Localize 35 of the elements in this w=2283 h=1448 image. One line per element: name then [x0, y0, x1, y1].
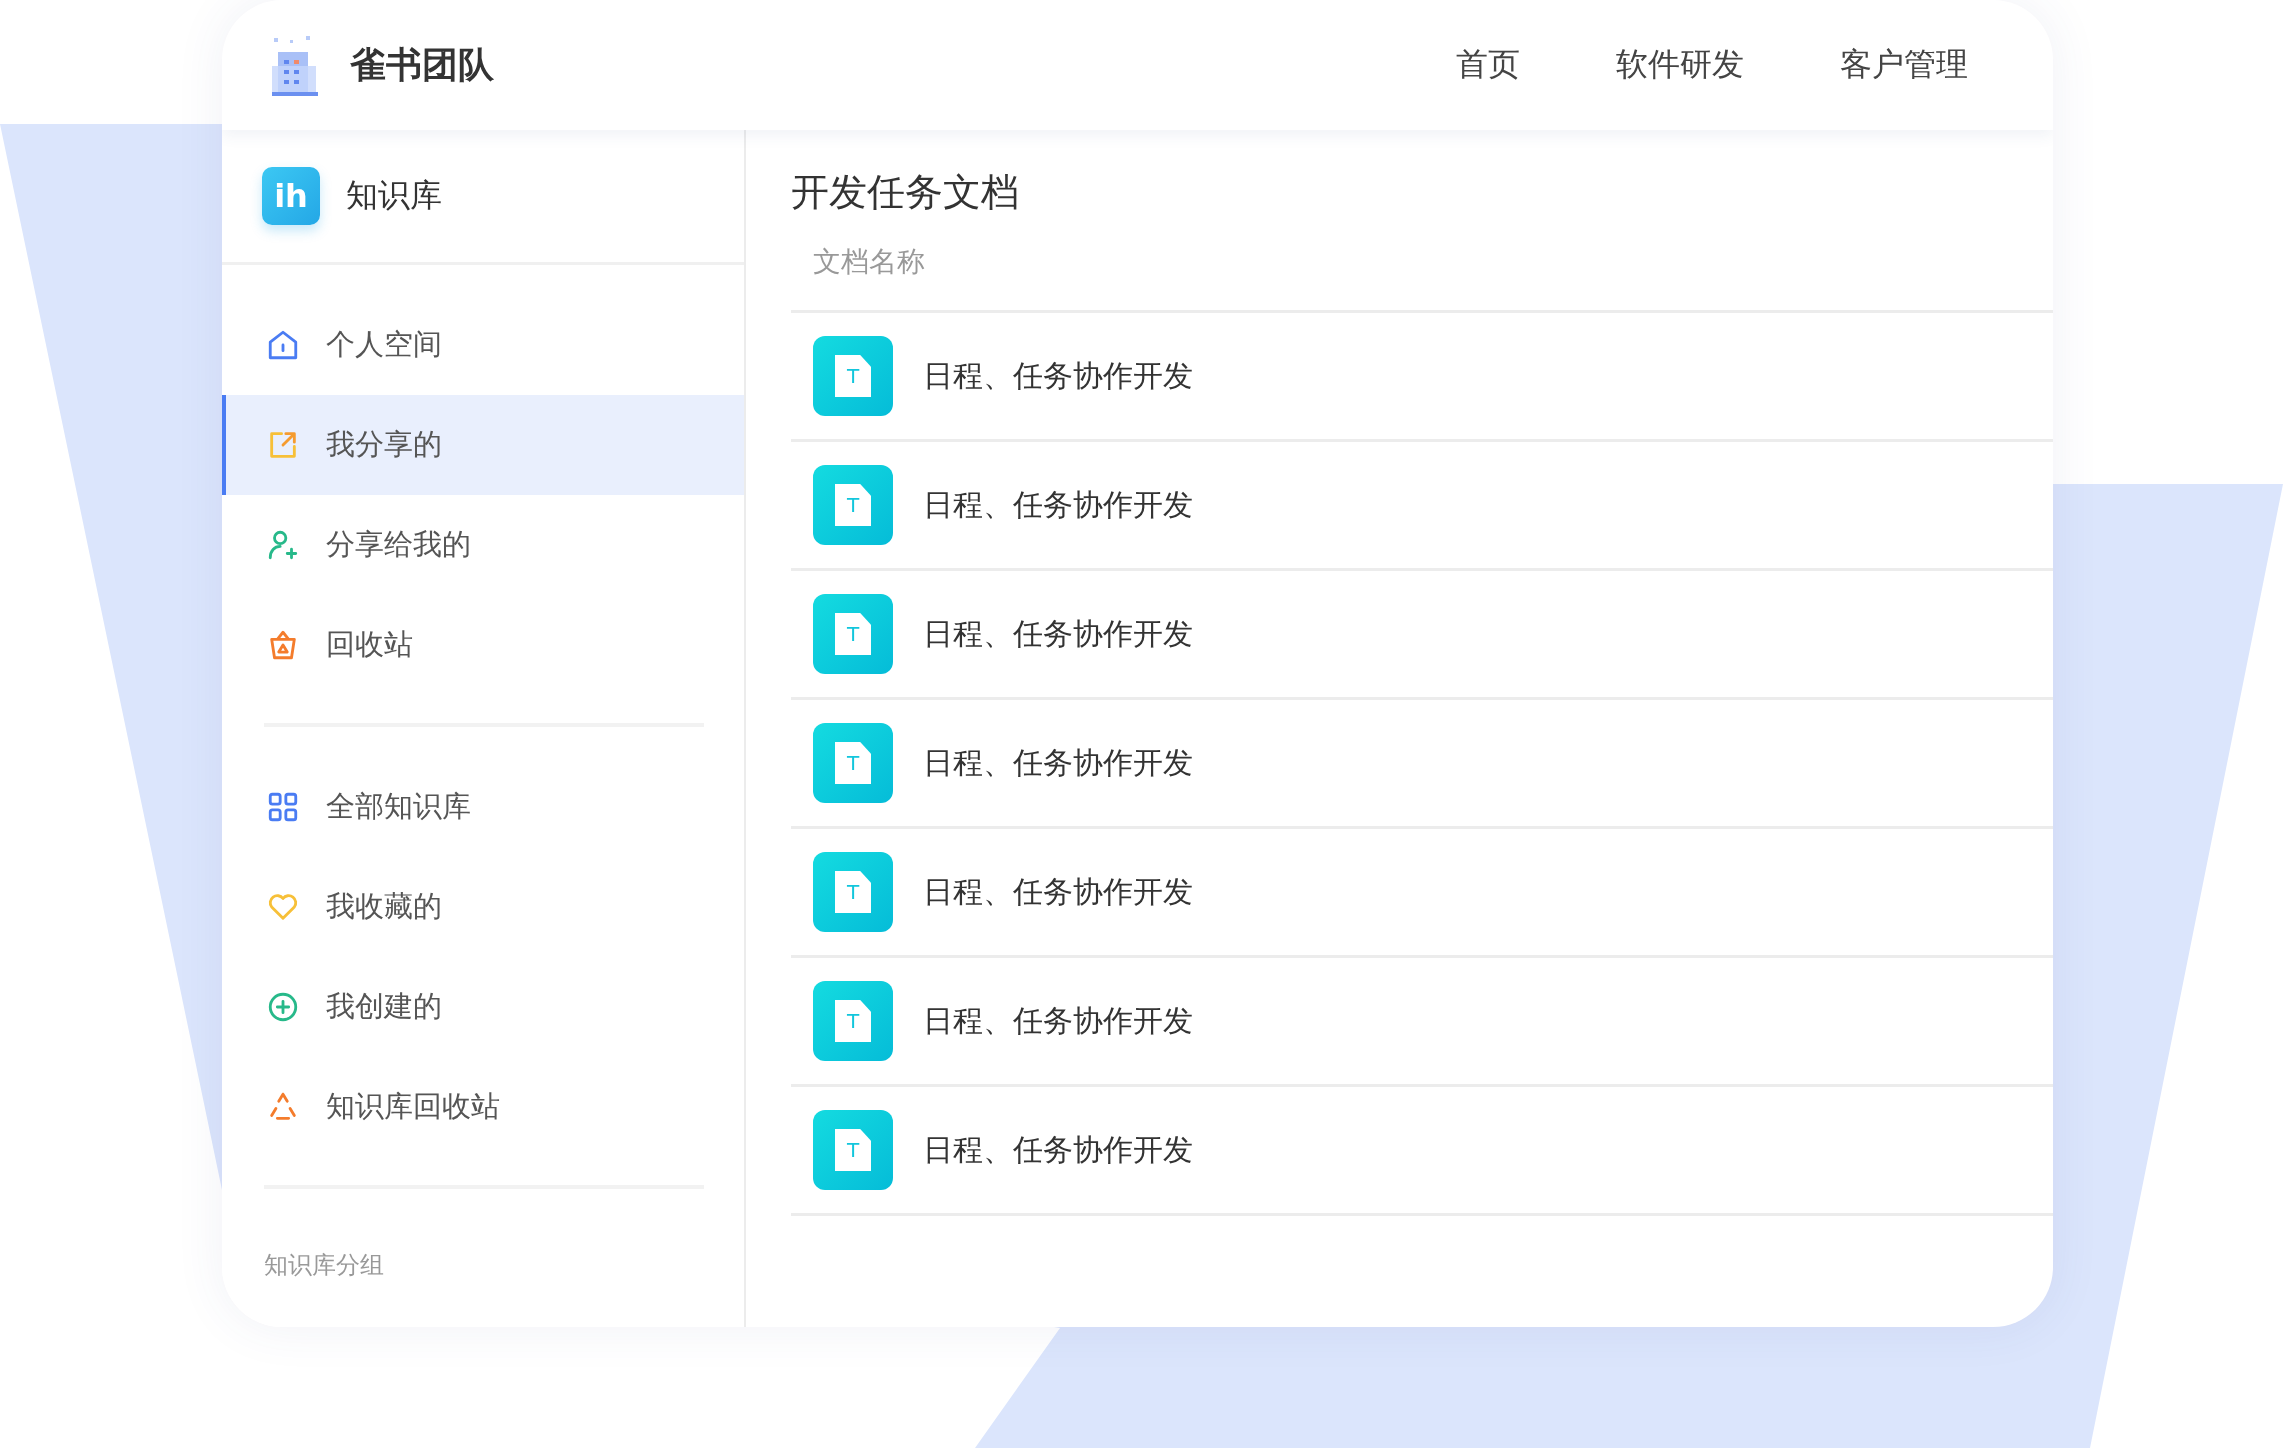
sidebar-title: 知识库 — [346, 175, 442, 216]
document-name[interactable]: 日程、任务协作开发 — [923, 484, 1193, 526]
column-header: 文档名称 — [791, 222, 2053, 313]
document-icon: T — [813, 594, 893, 674]
nav-link[interactable]: 客户管理 — [1840, 43, 1968, 87]
nav-link[interactable]: 软件研发 — [1616, 43, 1744, 87]
sidebar-item[interactable]: 我创建的 — [222, 957, 744, 1057]
document-icon: T — [813, 723, 893, 803]
document-name[interactable]: 日程、任务协作开发 — [923, 742, 1193, 784]
section-label: 知识库分组 — [263, 1250, 385, 1281]
sidebar-item[interactable]: 回收站 — [222, 595, 744, 695]
document-name[interactable]: 日程、任务协作开发 — [923, 613, 1193, 655]
sidebar-item[interactable]: 我分享的 — [222, 395, 744, 495]
house-icon — [266, 328, 300, 362]
page-title: 开发任务文档 — [791, 169, 1020, 216]
document-name[interactable]: 日程、任务协作开发 — [923, 1129, 1193, 1171]
nav-link[interactable]: 首页 — [1456, 43, 1520, 87]
team-name: 雀书团队 — [350, 42, 494, 87]
document-icon: T — [813, 336, 893, 416]
sidebar-item[interactable]: 我收藏的 — [222, 857, 744, 957]
document-icon: T — [813, 981, 893, 1061]
plus-circle-icon — [266, 990, 300, 1024]
document-icon: T — [813, 465, 893, 545]
knowledge-base-icon: ih — [262, 167, 320, 225]
document-name[interactable]: 日程、任务协作开发 — [923, 1000, 1193, 1042]
sidebar-item[interactable]: 知识库回收站 — [222, 1057, 744, 1157]
sidebar-item[interactable]: 全部知识库 — [222, 757, 744, 857]
document-name[interactable]: 日程、任务协作开发 — [923, 355, 1193, 397]
document-name[interactable]: 日程、任务协作开发 — [923, 871, 1193, 913]
document-icon: T — [813, 852, 893, 932]
sidebar-item[interactable]: 分享给我的 — [222, 495, 744, 595]
sidebar-item[interactable]: 个人空间 — [222, 295, 744, 395]
person-plus-icon — [266, 528, 300, 562]
document-icon: T — [813, 1110, 893, 1190]
grid-icon — [266, 790, 300, 824]
